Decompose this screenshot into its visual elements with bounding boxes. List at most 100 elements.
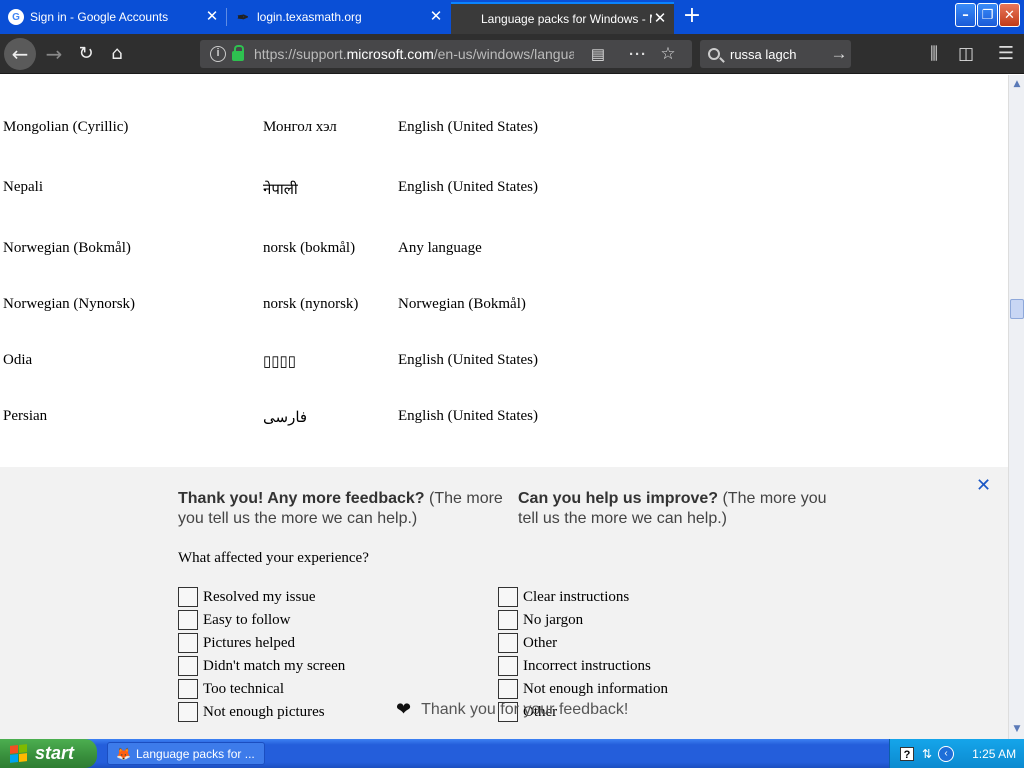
url-prefix: https://support. [254,46,347,62]
checkbox[interactable] [178,633,198,653]
navigation-toolbar: ← → ↻ ⌂ i https://support.microsoft.com/… [0,34,1024,74]
close-tab-icon[interactable]: ✕ [204,9,220,25]
hamburger-menu-icon[interactable]: ☰ [990,38,1022,70]
address-bar[interactable]: i https://support.microsoft.com/en-us/wi… [200,40,692,68]
info-icon[interactable]: i [210,46,226,62]
reader-view-icon[interactable]: ▤ [586,45,610,63]
bookmark-star-icon[interactable]: ☆ [656,44,680,64]
new-tab-button[interactable]: + [680,4,704,28]
close-tab-icon[interactable]: ✕ [428,9,444,25]
checkbox[interactable] [178,679,198,699]
close-window-button[interactable]: ✕ [999,3,1020,27]
checkbox-label: Resolved my issue [203,588,316,605]
language-name: Mongolian (Cyrillic) [3,119,129,135]
checkbox[interactable] [498,610,518,630]
search-input[interactable]: russa lagch [730,47,827,62]
home-button[interactable]: ⌂ [101,38,133,70]
library-icon[interactable]: ⫼ [918,38,950,70]
checkbox[interactable] [178,610,198,630]
checkbox-label: Pictures helped [203,634,296,651]
native-name: Монгол хэл [263,119,337,135]
pen-icon: ✒ [237,8,249,25]
native-name: norsk (nynorsk) [263,296,359,312]
scrollbar-thumb[interactable] [1010,299,1024,319]
checkbox[interactable] [498,679,518,699]
firefox-icon: 🦊 [116,746,131,761]
tab-language-packs[interactable]: Language packs for Windows - Mi ✕ [451,2,674,34]
checkbox[interactable] [178,656,198,676]
table-row: Odia ▯▯▯▯ English (United States) [0,352,1000,376]
search-bar[interactable]: russa lagch → [700,40,851,68]
table-row: Norwegian (Nynorsk) norsk (nynorsk) Norw… [0,296,1000,320]
checkbox-resolved-my-issue[interactable]: Resolved my issue [178,587,316,607]
native-name: नेपाली [263,182,298,198]
checkbox-pictures-helped[interactable]: Pictures helped [178,633,295,653]
clock[interactable]: 1:25 AM [972,747,1016,761]
search-go-icon[interactable]: → [827,44,851,64]
tray-expand-icon[interactable]: ‹ [938,745,955,762]
sidebar-icon[interactable]: ◫ [950,38,982,70]
maximize-button[interactable]: ❐ [977,3,998,27]
native-name: ▯▯▯▯ [263,354,297,370]
close-icon[interactable]: ✕ [976,475,991,496]
back-button[interactable]: ← [4,38,36,70]
checkbox-not-enough-information[interactable]: Not enough information [498,679,668,699]
base-language: English (United States) [398,352,538,368]
network-icon[interactable]: ⇅ [922,747,932,761]
checkbox[interactable] [178,587,198,607]
feedback-heading-left: Thank you! Any more feedback? (The more … [178,489,508,529]
url-text[interactable]: https://support.microsoft.com/en-us/wind… [254,46,574,62]
checkbox-label: Incorrect instructions [523,657,651,674]
checkbox-label: Didn't match my screen [203,657,346,674]
checkbox-didnt-match-screen[interactable]: Didn't match my screen [178,656,345,676]
scroll-down-arrow-icon[interactable]: ▼ [1010,722,1024,736]
checkbox-clear-instructions[interactable]: Clear instructions [498,587,629,607]
close-tab-icon[interactable]: ✕ [652,11,668,27]
taskbar: start 🦊 Language packs for ... ? ⇅ ‹ 1:2… [0,739,1024,768]
checkbox-too-technical[interactable]: Too technical [178,679,284,699]
page-actions-icon[interactable]: ··· [626,46,650,63]
checkbox[interactable] [498,633,518,653]
tab-google-accounts[interactable]: G Sign in - Google Accounts ✕ [0,2,226,32]
base-language: English (United States) [398,119,538,135]
feedback-heading-bold: Thank you! Any more feedback? [178,490,425,507]
taskbar-item-label: Language packs for ... [136,746,255,761]
language-name: Norwegian (Nynorsk) [3,296,136,312]
tab-texasmath[interactable]: ✒ login.texasmath.org ✕ [227,2,450,32]
feedback-question: What affected your experience? [178,550,369,566]
base-language: English (United States) [398,179,538,195]
feedback-panel: Thank you! Any more feedback? (The more … [0,467,1008,739]
checkbox[interactable] [498,656,518,676]
scroll-up-arrow-icon[interactable]: ▲ [1010,77,1024,91]
start-button[interactable]: start [0,739,97,768]
reload-button[interactable]: ↻ [70,38,102,70]
windows-logo-icon [10,744,27,763]
checkbox-no-jargon[interactable]: No jargon [498,610,583,630]
thanks-text: Thank you for your feedback! [421,700,629,718]
native-name: فارسی [263,410,308,426]
feedback-heading-bold: Can you help us improve? [518,490,719,507]
base-language: English (United States) [398,408,538,424]
base-language: Norwegian (Bokmål) [398,296,526,312]
checkbox-label: Easy to follow [203,611,291,628]
checkbox-label: Clear instructions [523,588,630,605]
url-domain: microsoft.com [346,46,434,62]
lock-icon[interactable] [232,45,244,61]
checkbox-label: Not enough information [523,680,668,697]
start-label: start [35,743,75,763]
taskbar-item-firefox[interactable]: 🦊 Language packs for ... [107,742,265,765]
checkbox-not-enough-pictures[interactable]: Not enough pictures [178,702,325,722]
help-icon[interactable]: ? [900,746,914,761]
forward-button[interactable]: → [38,38,70,70]
checkbox-other[interactable]: Other [498,633,557,653]
vertical-scrollbar[interactable]: ▲ ▼ [1008,75,1024,739]
checkbox[interactable] [498,587,518,607]
table-row: Nepali नेपाली English (United States) [0,179,1000,203]
checkbox[interactable] [178,702,198,722]
checkbox-incorrect-instructions[interactable]: Incorrect instructions [498,656,651,676]
checkbox-easy-to-follow[interactable]: Easy to follow [178,610,291,630]
search-icon [708,48,720,60]
heart-icon: ❤ [396,699,412,719]
language-name: Odia [3,352,33,368]
minimize-button[interactable]: – [955,3,976,27]
